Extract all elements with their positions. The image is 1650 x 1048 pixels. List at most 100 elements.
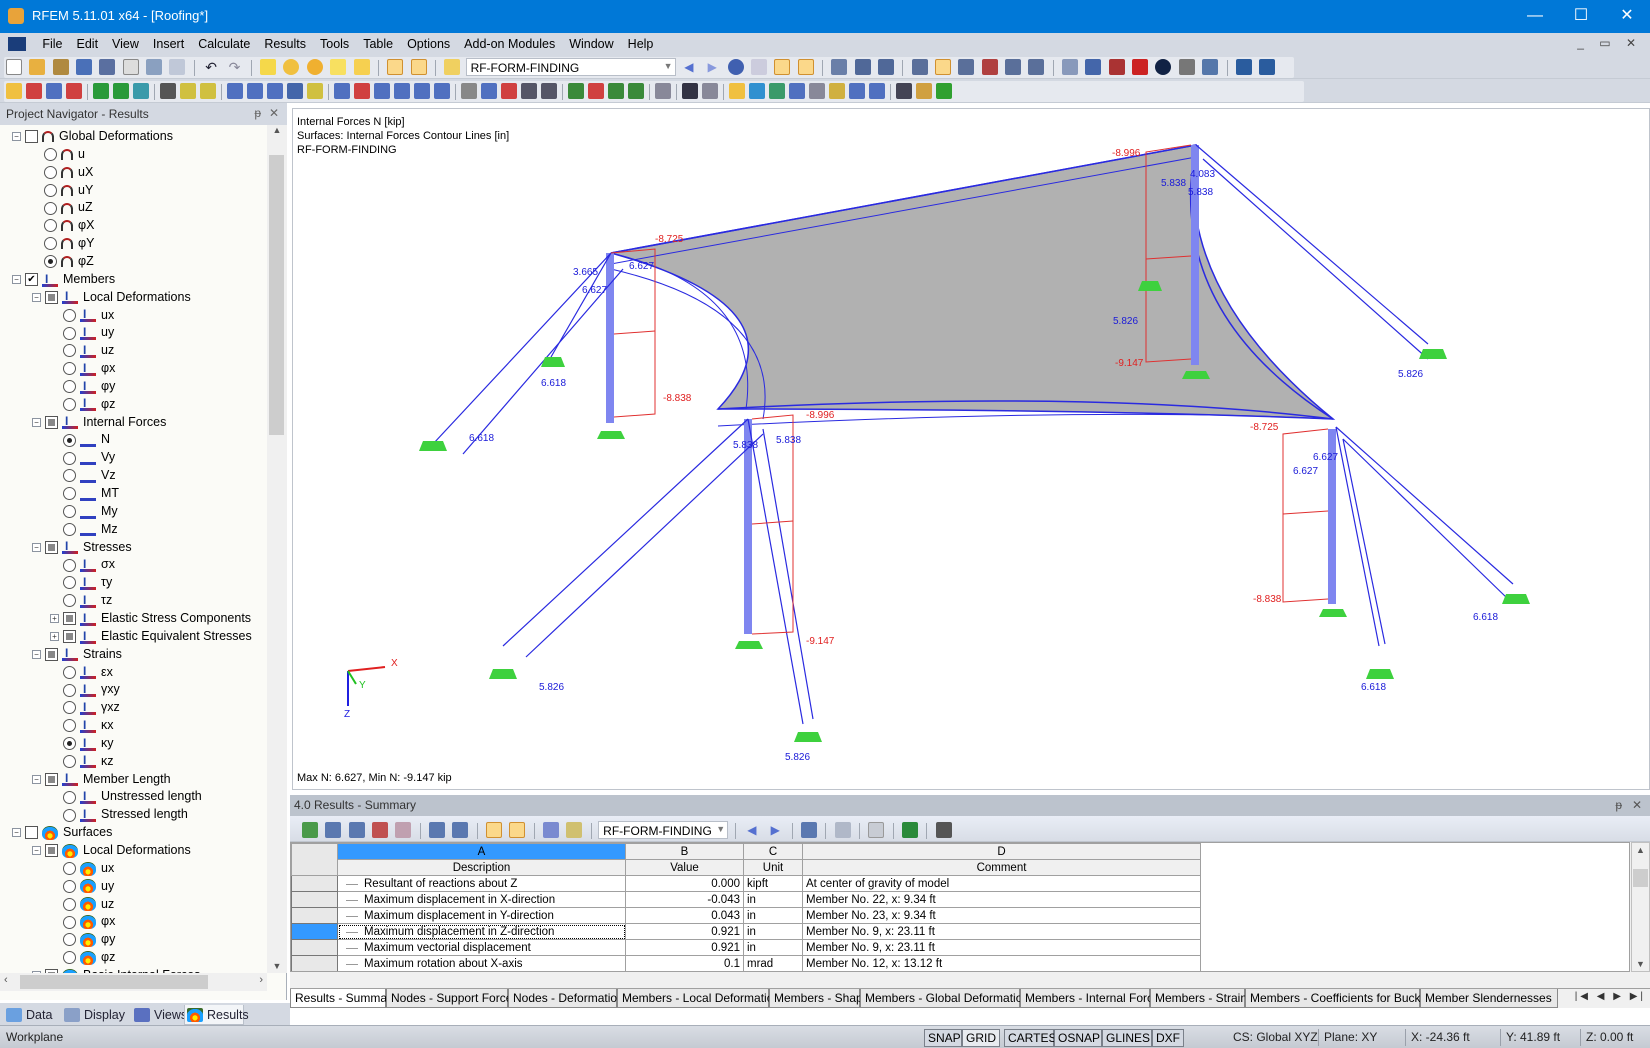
- cell-description[interactable]: Maximum displacement in X-direction: [337, 891, 626, 908]
- node-icon[interactable]: [6, 83, 22, 99]
- menu-tools[interactable]: Tools: [313, 33, 356, 55]
- tree-radio[interactable]: [63, 397, 76, 411]
- tree-item[interactable]: φy: [63, 930, 115, 948]
- clipboard-icon[interactable]: [122, 59, 139, 75]
- menu-add-on-modules[interactable]: Add-on Modules: [457, 33, 562, 55]
- menu-options[interactable]: Options: [400, 33, 457, 55]
- tree-item[interactable]: uZ: [44, 198, 93, 216]
- tree-radio[interactable]: [63, 915, 76, 929]
- tree-item[interactable]: σx: [63, 555, 115, 573]
- grid-icon[interactable]: [878, 59, 894, 75]
- diagram-icon[interactable]: [849, 83, 865, 99]
- tree-item[interactable]: φy: [63, 377, 115, 395]
- tree-item[interactable]: − Internal Forces: [32, 412, 166, 431]
- tab-scroll-buttons[interactable]: |◀ ◀ ▶ ▶|: [1575, 991, 1646, 1002]
- tree-radio[interactable]: [63, 665, 76, 679]
- close-icon[interactable]: ✕: [269, 106, 279, 120]
- table-icon[interactable]: [302, 822, 318, 838]
- tree-radio[interactable]: [63, 576, 76, 590]
- tree-item[interactable]: + Elastic Equivalent Stresses: [50, 627, 252, 645]
- tree-checkbox[interactable]: [63, 612, 76, 626]
- load-case-icon[interactable]: [444, 59, 461, 75]
- menu-calculate[interactable]: Calculate: [191, 33, 257, 55]
- row-header[interactable]: [291, 955, 338, 971]
- nodal-load-icon[interactable]: [374, 83, 390, 99]
- tree-item[interactable]: γxz: [63, 698, 120, 716]
- cell-comment[interactable]: Member No. 23, x: 9.34 ft: [802, 907, 1201, 924]
- cell-comment[interactable]: Member No. 9, x: 23.11 ft: [802, 923, 1201, 940]
- document-icon[interactable]: [8, 37, 26, 51]
- tree-item[interactable]: uz: [63, 341, 114, 359]
- minimize-button[interactable]: —: [1512, 0, 1558, 33]
- column-header-description[interactable]: Description: [337, 859, 626, 876]
- values-icon[interactable]: [750, 59, 767, 75]
- tree-radio[interactable]: [63, 558, 76, 572]
- toggle-cartes[interactable]: CARTES: [1004, 1029, 1056, 1047]
- tree-radio[interactable]: [63, 344, 76, 358]
- table-row[interactable]: Maximum displacement in Y-direction 0.043…: [291, 907, 1201, 924]
- row-header[interactable]: [291, 939, 338, 956]
- cell-value[interactable]: 0.000: [625, 875, 744, 892]
- maximize-button[interactable]: ☐: [1558, 0, 1604, 33]
- toggle-snap[interactable]: SNAP: [924, 1029, 962, 1047]
- section-icon[interactable]: [854, 59, 871, 75]
- results-load-case-select[interactable]: RF-FORM-FINDING ▼: [598, 821, 729, 839]
- tab-members-global-deformations[interactable]: Members - Global Deformations: [860, 989, 1035, 1008]
- chart-icon[interactable]: [372, 822, 389, 838]
- cell-comment[interactable]: Member No. 9, x: 23.11 ft: [802, 939, 1201, 956]
- cell-unit[interactable]: kipft: [743, 875, 803, 892]
- table-row[interactable]: Maximum displacement in Z-direction 0.921…: [291, 923, 1201, 940]
- cell-value[interactable]: -0.043: [625, 891, 744, 908]
- tree-radio[interactable]: [63, 326, 76, 340]
- navigator-hscrollbar[interactable]: ‹ ›: [0, 973, 267, 991]
- tree-item[interactable]: uy: [63, 877, 114, 895]
- tree-item[interactable]: ux: [63, 305, 114, 324]
- tab-member-slendernesses[interactable]: Member Slendernesses: [1420, 989, 1558, 1008]
- nav-tab-display[interactable]: Display: [62, 1005, 132, 1025]
- archive-icon[interactable]: [52, 59, 69, 75]
- tree-item[interactable]: φY: [44, 234, 94, 252]
- guide-icon[interactable]: [200, 83, 216, 99]
- tree-radio[interactable]: [63, 754, 76, 768]
- chain-icon[interactable]: [1062, 59, 1079, 75]
- report-icon[interactable]: [896, 83, 912, 99]
- row-header[interactable]: [291, 923, 338, 940]
- cut-icon[interactable]: [702, 83, 718, 99]
- tree-checkbox[interactable]: [45, 647, 58, 661]
- tree-item[interactable]: γxy: [63, 680, 120, 698]
- tree-radio[interactable]: [63, 487, 76, 501]
- previous-icon[interactable]: ◀: [744, 822, 760, 838]
- cell-unit[interactable]: in: [743, 939, 803, 956]
- menu-results[interactable]: Results: [257, 33, 313, 55]
- column-letter-a[interactable]: A: [337, 843, 626, 860]
- redo-icon[interactable]: ↷: [226, 59, 242, 75]
- tree-radio[interactable]: [44, 219, 57, 233]
- column-letter-b[interactable]: B: [625, 843, 744, 860]
- results-view-icon[interactable]: [774, 59, 791, 75]
- load-case-select[interactable]: RF-FORM-FINDING ▼: [465, 58, 676, 76]
- colors-icon[interactable]: [749, 83, 765, 99]
- tree-checkbox[interactable]: [45, 772, 58, 786]
- collapse-icon[interactable]: −: [32, 774, 41, 784]
- hinge-icon[interactable]: [1005, 59, 1022, 75]
- tree-radio[interactable]: [63, 469, 76, 483]
- tab-nodes-deformations[interactable]: Nodes - Deformations: [508, 989, 630, 1008]
- wand-icon[interactable]: [916, 83, 932, 99]
- menu-view[interactable]: View: [105, 33, 146, 55]
- animation-icon[interactable]: [831, 59, 848, 75]
- line-icon[interactable]: [26, 83, 42, 99]
- tree-item[interactable]: +Basic Internal Forces: [32, 966, 200, 973]
- view-icon[interactable]: [868, 822, 885, 838]
- tree-radio[interactable]: [44, 148, 57, 162]
- graph-icon[interactable]: [395, 822, 412, 838]
- render-icon[interactable]: [935, 59, 952, 75]
- column-header-comment[interactable]: Comment: [802, 859, 1201, 876]
- view-y-icon[interactable]: [588, 83, 604, 99]
- nav-tab-views[interactable]: Views: [132, 1005, 188, 1025]
- tree-checkbox[interactable]: [45, 844, 58, 858]
- info-icon[interactable]: [1155, 59, 1172, 75]
- edit-table-icon[interactable]: [566, 822, 583, 838]
- tree-item[interactable]: uX: [44, 163, 93, 181]
- collapse-icon[interactable]: −: [12, 132, 21, 142]
- solids-icon[interactable]: [769, 83, 785, 99]
